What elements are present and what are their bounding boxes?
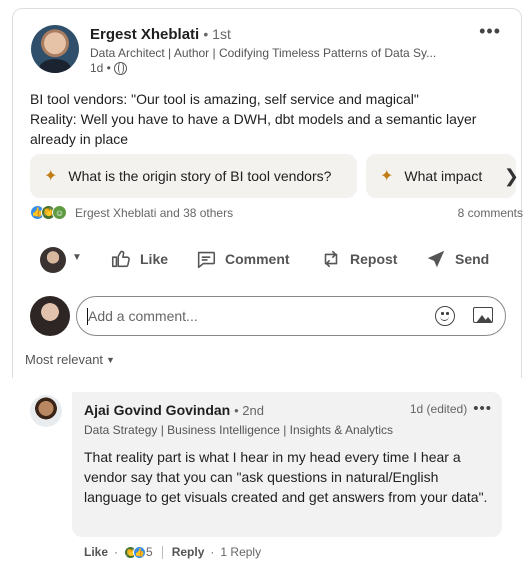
chevron-down-icon[interactable]: ▼: [72, 252, 82, 263]
separator: ·: [210, 545, 215, 559]
comment-icon: [197, 251, 216, 269]
commenter-name[interactable]: Ajai Govind Govindan • 2nd: [84, 402, 264, 418]
caret-down-icon: ▼: [106, 354, 115, 365]
post-timestamp: 1d •: [90, 61, 127, 75]
support-reaction-icon: ☺: [52, 205, 67, 220]
comment-sort-dropdown[interactable]: Most relevant ▼: [25, 352, 115, 367]
post-text-line: BI tool vendors: "Our tool is amazing, s…: [30, 91, 419, 107]
comments-count[interactable]: 8 comments: [458, 206, 523, 220]
send-label: Send: [455, 251, 490, 267]
repost-button[interactable]: Repost: [320, 248, 397, 270]
post-body: BI tool vendors: "Our tool is amazing, s…: [30, 89, 520, 149]
comment-text: That reality part is what I hear in my h…: [84, 449, 488, 505]
comment-input[interactable]: Add a comment...: [76, 296, 506, 336]
ai-prompt-label: What impact: [404, 168, 483, 184]
replies-count[interactable]: 1 Reply: [220, 545, 261, 559]
ai-prompt-label: What is the origin story of BI tool vend…: [68, 168, 332, 184]
reply-button[interactable]: Reply: [172, 545, 205, 559]
more-options-icon[interactable]: •••: [479, 21, 501, 42]
commenter-headline: Data Strategy | Business Intelligence | …: [84, 423, 394, 437]
like-button[interactable]: Like: [110, 248, 168, 270]
more-options-icon[interactable]: •••: [473, 400, 492, 417]
send-button[interactable]: Send: [425, 248, 489, 270]
sparkle-icon: ✦: [44, 168, 58, 185]
author-name-text[interactable]: Ergest Xheblati: [90, 26, 199, 43]
commenter-name-text[interactable]: Ajai Govind Govindan: [84, 402, 230, 418]
comment-placeholder: Add a comment...: [88, 308, 198, 324]
ai-prompt-chip[interactable]: ✦ What impact: [366, 154, 516, 198]
author-headline: Data Architect | Author | Codifying Time…: [90, 46, 437, 60]
send-icon: [427, 250, 445, 268]
comment-item: Ajai Govind Govindan • 2nd 1d (edited) •…: [10, 378, 522, 575]
comment-time: 1d (edited): [409, 401, 468, 416]
comment-reaction-count[interactable]: 5: [146, 545, 153, 559]
sparkle-icon: ✦: [380, 168, 394, 185]
like-label: Like: [140, 251, 169, 267]
ai-prompt-chip[interactable]: ✦ What is the origin story of BI tool ve…: [30, 154, 357, 198]
connection-degree: • 2nd: [234, 403, 264, 418]
emoji-icon[interactable]: [435, 306, 455, 326]
comment-reaction-icons[interactable]: 👏 👍: [124, 545, 147, 559]
comment-meta: 1d (edited) •••: [410, 400, 492, 417]
comment-like-button[interactable]: Like: [84, 545, 108, 559]
author-name[interactable]: Ergest Xheblati • 1st: [90, 26, 231, 43]
globe-icon: [113, 61, 127, 75]
post-action-bar: ▼ Like Comment Repost Send: [30, 245, 510, 275]
reactions-summary[interactable]: Ergest Xheblati and 38 others: [75, 206, 233, 220]
repost-icon: [324, 250, 338, 268]
author-avatar[interactable]: [31, 25, 79, 73]
like-reaction-icon: 👍: [133, 545, 147, 559]
chevron-right-icon[interactable]: ❯: [504, 166, 519, 187]
actor-avatar[interactable]: [40, 247, 66, 273]
avatar[interactable]: [30, 296, 70, 336]
commenter-avatar[interactable]: [30, 395, 62, 427]
reaction-icons[interactable]: 👍 👏 ☺: [30, 205, 67, 220]
comment-button[interactable]: Comment: [195, 248, 290, 270]
post-card: Ergest Xheblati • 1st ••• Data Architect…: [12, 8, 523, 390]
post-text-line: Reality: Well you have to have a DWH, db…: [30, 111, 477, 147]
comment-bubble: Ajai Govind Govindan • 2nd 1d (edited) •…: [72, 392, 502, 537]
connection-degree: • 1st: [203, 26, 231, 42]
thumbs-up-icon: [111, 250, 130, 268]
separator: ·: [114, 545, 119, 559]
post-time-text: 1d •: [90, 61, 111, 75]
comment-actions: Like · 👏 👍 5 Reply · 1 Reply: [84, 545, 261, 559]
sort-label: Most relevant: [25, 352, 104, 367]
ai-prompt-carousel: ✦ What is the origin story of BI tool ve…: [30, 154, 523, 198]
repost-label: Repost: [350, 251, 398, 267]
image-icon[interactable]: [473, 307, 493, 323]
divider: [161, 545, 163, 559]
comment-label: Comment: [225, 251, 290, 267]
